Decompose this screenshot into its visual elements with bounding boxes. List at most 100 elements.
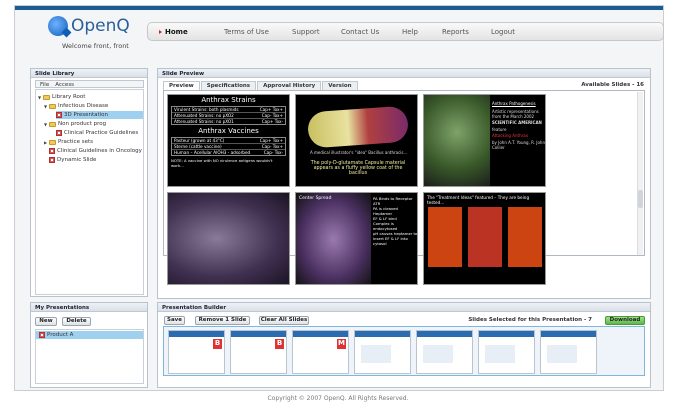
slide-row: Attenuated Strains: no pXO1 Cap+ Tox- [172, 119, 285, 124]
openq-logo: OpenQ [48, 16, 130, 36]
tab-version[interactable]: Version [322, 81, 358, 90]
grid-scrollbar[interactable] [637, 92, 643, 255]
collapse-icon[interactable]: ▼ [44, 104, 48, 109]
delete-button[interactable]: Delete [62, 317, 91, 326]
scroll-thumb[interactable] [638, 190, 643, 208]
slide-text-block: Anthrax Pathogenesis Artistic representa… [492, 101, 545, 150]
tab-approval-history[interactable]: Approval History [257, 81, 322, 90]
selected-slide-thumb[interactable]: B [230, 330, 287, 374]
slide-title: Anthrax Vaccines [198, 127, 259, 135]
selected-slides-strip: B B M [163, 326, 645, 376]
slide-mag: SCIENTIFIC AMERICAN [492, 120, 542, 125]
selected-slide-thumb[interactable] [478, 330, 535, 374]
slide-title: Anthrax Strains [201, 96, 256, 104]
new-button[interactable]: New [35, 317, 57, 326]
logo-text: OpenQ [71, 16, 130, 36]
library-menubar: File Access [35, 80, 144, 88]
tree-node-practice-sets[interactable]: ▶ Practice sets [44, 138, 93, 146]
slide-story: Attacking Anthrax [492, 133, 529, 138]
slides-selected-count: Slides Selected for this Presentation - … [468, 317, 592, 323]
slide-badge: B [275, 339, 284, 349]
tree-node-3d-presentation[interactable]: 3D Presentation [56, 111, 143, 119]
collapse-icon[interactable]: ▼ [44, 122, 48, 127]
presentation-item[interactable]: Product A [36, 331, 143, 339]
slide-by: by John A.T. Young, R. John Collier [492, 140, 545, 150]
slide-thumb-bacillus[interactable]: A medical illustrator's "idea" Bacillus … [295, 94, 418, 187]
cell-illustration [424, 95, 490, 186]
slide-caption: A medical illustrator's "idea" Bacillus … [310, 150, 408, 155]
library-tree: ▼ Library Root ▼ Infectious Disease 3D Pre… [35, 89, 144, 295]
slide-feat: feature [492, 127, 507, 132]
app-frame: OpenQ Welcome front, front Home Terms of… [14, 5, 664, 391]
tree-label: Non product prog [58, 121, 107, 127]
bacillus-image [306, 105, 410, 149]
menu-file[interactable]: File [40, 82, 49, 88]
slide-library-panel: Slide Library File Access ▼ Library Root … [30, 68, 148, 297]
nav-logout[interactable]: Logout [491, 28, 515, 36]
main-nav: Home Terms of Use Support Contact Us Hel… [147, 22, 664, 41]
row-value: Cap+ Tox+ [259, 138, 283, 143]
builder-title: Presentation Builder [158, 303, 650, 312]
slide-title: Anthrax Pathogenesis [492, 101, 536, 106]
copyright-footer: Copyright © 2007 OpenQ. All Rights Reser… [267, 395, 409, 402]
selected-slide-thumb[interactable] [354, 330, 411, 374]
selected-slide-thumb[interactable]: M [292, 330, 349, 374]
row-value: Cap- Tox- [263, 150, 283, 155]
selected-slide-thumb[interactable] [540, 330, 597, 374]
tree-node-infectious-disease[interactable]: ▼ Infectious Disease [44, 102, 108, 110]
slide-icon [49, 148, 55, 154]
step: PA Binds to Receptor ATR [373, 196, 413, 206]
row-label: Human – Acellular AlOH3 - adsorbed [174, 150, 251, 155]
tree-node-clinical-guidelines-oncology[interactable]: Clinical Guidelines in Oncology [49, 147, 142, 155]
slide-thumb-pathogenesis[interactable]: Anthrax Pathogenesis Artistic representa… [423, 94, 546, 187]
remove-slide-button[interactable]: Remove 1 Slide [195, 316, 250, 325]
slide-grid: Anthrax Strains Virulent Strains: both p… [163, 90, 645, 285]
folder-icon [49, 121, 56, 127]
tree-label: Dynamic Slide [57, 157, 97, 163]
slide-thumb-treatment-ideas[interactable]: The "Treatment Ideas" featured – They ar… [423, 192, 546, 285]
treatment-panel [468, 207, 502, 267]
slide-thumb-anthrax-strains[interactable]: Anthrax Strains Virulent Strains: both p… [167, 94, 290, 187]
slide-sub: Artistic representations from the March … [492, 109, 539, 119]
slide-thumb-cell-surface[interactable] [167, 192, 290, 285]
row-label: Virulent Strains: both plasmids [174, 107, 239, 112]
presentation-label: Product A [47, 332, 74, 338]
treatment-panel [428, 207, 462, 267]
available-slides-count: Available Slides - 16 [581, 82, 644, 88]
step: pH causes heptamer to insert EF & LF int… [373, 231, 418, 246]
tree-node-library-root[interactable]: ▼ Library Root [38, 93, 85, 101]
logo-icon [48, 16, 68, 36]
slide-thumb-pa-binding[interactable]: Center Spread PA Binds to Receptor ATR P… [295, 192, 418, 285]
slide-label: Center Spread [299, 196, 332, 201]
tree-node-clinical-practice[interactable]: Clinical Practice Guidelines [56, 129, 138, 137]
nav-home[interactable]: Home [159, 28, 188, 36]
step: Complex is endocytosed [373, 221, 398, 231]
save-button[interactable]: Save [164, 316, 185, 325]
presentation-builder-panel: Presentation Builder Save Remove 1 Slide… [157, 302, 651, 388]
tab-preview[interactable]: Preview [163, 81, 200, 90]
tab-specifications[interactable]: Specifications [200, 81, 257, 90]
clear-all-button[interactable]: Clear All Slides [259, 316, 309, 325]
menu-access[interactable]: Access [55, 82, 74, 88]
download-button[interactable]: Download [605, 316, 645, 325]
nav-reports[interactable]: Reports [442, 28, 469, 36]
tree-node-dynamic-slide[interactable]: Dynamic Slide [49, 156, 96, 164]
preview-tabs: Preview Specifications Approval History … [163, 81, 359, 90]
slide-library-title: Slide Library [31, 69, 147, 78]
row-label: Sterne (cattle vaccine) [174, 144, 222, 149]
expand-icon[interactable]: ▶ [44, 140, 48, 145]
slide-row: Human – Acellular AlOH3 - adsorbed Cap- T… [172, 150, 285, 155]
nav-contact[interactable]: Contact Us [341, 28, 379, 36]
tree-label: Practice sets [58, 139, 93, 145]
selected-slide-thumb[interactable] [416, 330, 473, 374]
collapse-icon[interactable]: ▼ [38, 95, 42, 100]
selected-slide-thumb[interactable]: B [168, 330, 225, 374]
slide-note: NOTE: A vaccine with NO virulence antige… [171, 158, 273, 168]
nav-support[interactable]: Support [292, 28, 320, 36]
folder-icon [49, 139, 56, 145]
tree-node-non-product-prog[interactable]: ▼ Non product prog [44, 120, 106, 128]
nav-help[interactable]: Help [402, 28, 418, 36]
nav-terms[interactable]: Terms of Use [224, 28, 269, 36]
tree-label: 3D Presentation [64, 112, 109, 118]
tree-label: Library Root [52, 94, 86, 100]
